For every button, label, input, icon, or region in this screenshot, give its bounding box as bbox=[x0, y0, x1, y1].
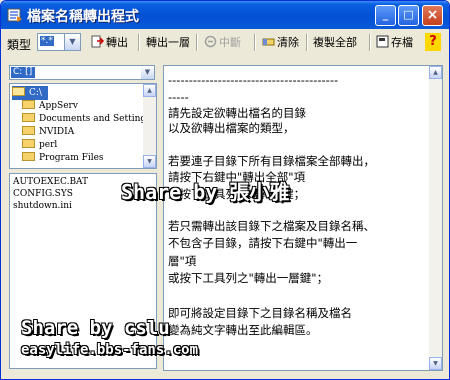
folder-name: perl bbox=[39, 140, 58, 150]
folder-item[interactable]: C:\ bbox=[12, 86, 48, 100]
eraser-icon bbox=[262, 38, 275, 46]
copy-all-label: 複製全部 bbox=[313, 36, 357, 49]
scroll-down-icon[interactable]: ▼ bbox=[429, 357, 442, 370]
toolbar-divider bbox=[196, 34, 198, 51]
folder-icon bbox=[22, 113, 35, 122]
scroll-up-icon[interactable]: ▲ bbox=[143, 84, 156, 97]
text-line: 請先設定欲轉出檔名的目錄 bbox=[168, 106, 306, 120]
export-layer-button[interactable]: 轉出一層 bbox=[146, 33, 190, 52]
folder-name: Program Files bbox=[39, 153, 104, 163]
text-line: 不包含子目錄，請按下右鍵中"轉出一 bbox=[168, 236, 358, 250]
folder-list[interactable]: C:\ AppServ Documents and Settings NVIDI… bbox=[9, 83, 157, 169]
folder-name: NVIDIA bbox=[39, 127, 75, 137]
app-icon bbox=[7, 8, 22, 22]
help-button[interactable]: ? bbox=[425, 33, 441, 51]
save-icon bbox=[376, 35, 389, 48]
watermark-share-cslu: Share by cslu bbox=[21, 317, 170, 339]
file-item[interactable]: CONFIG.SYS bbox=[13, 188, 73, 200]
text-line: 以及欲轉出檔案的類型， bbox=[168, 121, 295, 135]
watermark-url: easylife.bbs-fans.com bbox=[21, 342, 199, 358]
toolbar-divider bbox=[306, 34, 308, 51]
file-item[interactable]: shutdown.ini bbox=[13, 200, 72, 212]
close-button[interactable]: × bbox=[422, 5, 443, 26]
folder-item[interactable]: AppServ bbox=[12, 99, 78, 113]
toolbar-divider bbox=[369, 34, 371, 51]
window-title: 檔案名稱轉出程式 bbox=[27, 9, 139, 25]
folder-list-scrollbar[interactable]: ▲ ▼ bbox=[143, 84, 156, 168]
maximize-button[interactable]: □ bbox=[398, 5, 419, 26]
clear-button[interactable]: 清除 bbox=[262, 33, 299, 52]
text-line: 變為純文字轉出至此編輯區。 bbox=[168, 323, 318, 337]
drive-select[interactable]: C: [] ▼ bbox=[9, 65, 155, 80]
stop-icon bbox=[204, 35, 217, 48]
folder-icon bbox=[22, 152, 35, 161]
export-layer-label: 轉出一層 bbox=[146, 36, 190, 49]
title-bar[interactable]: 檔案名稱轉出程式 _ □ × bbox=[1, 1, 449, 29]
type-label: 類型 bbox=[7, 38, 32, 52]
folder-icon bbox=[22, 100, 35, 109]
chevron-down-icon[interactable]: ▼ bbox=[64, 34, 80, 50]
toolbar: 類型 *.* ▼ 轉出 轉出一層 中斷 清除 複製全部 存檔 ? bbox=[1, 29, 449, 57]
text-line: 若要連子目錄下所有目錄檔案全部轉出， bbox=[168, 154, 375, 168]
export-label: 轉出 bbox=[106, 36, 128, 49]
folder-item[interactable]: Documents and Settings bbox=[12, 112, 151, 126]
export-button[interactable]: 轉出 bbox=[91, 33, 128, 52]
folder-name: AppServ bbox=[39, 101, 78, 111]
save-button[interactable]: 存檔 bbox=[376, 33, 413, 52]
folder-icon bbox=[22, 139, 35, 148]
toolbar-divider bbox=[254, 34, 256, 51]
text-line: ----------------------------------------… bbox=[168, 73, 339, 87]
folder-name: Documents and Settings bbox=[39, 114, 151, 124]
folder-name: C:\ bbox=[29, 88, 42, 98]
app-window: 檔案名稱轉出程式 _ □ × 類型 *.* ▼ 轉出 轉出一層 中斷 清除 複製… bbox=[0, 0, 450, 380]
text-line: 即可將設定目錄下之目錄名稱及檔名 bbox=[168, 306, 352, 320]
file-item[interactable]: AUTOEXEC.BAT bbox=[13, 176, 88, 188]
export-icon bbox=[91, 35, 104, 48]
scroll-up-icon[interactable]: ▲ bbox=[429, 66, 442, 79]
chevron-down-icon[interactable]: ▼ bbox=[141, 66, 154, 79]
minimize-button[interactable]: _ bbox=[375, 5, 396, 26]
interrupt-label: 中斷 bbox=[219, 36, 241, 49]
interrupt-button[interactable]: 中斷 bbox=[204, 33, 241, 52]
copy-all-button[interactable]: 複製全部 bbox=[313, 33, 357, 52]
text-line: 層"項 bbox=[168, 254, 197, 268]
output-text-area[interactable]: ----------------------------------------… bbox=[163, 65, 443, 371]
text-line: ----- bbox=[168, 90, 189, 104]
type-select[interactable]: *.* ▼ bbox=[37, 33, 81, 51]
toolbar-divider bbox=[138, 34, 140, 51]
scroll-down-icon[interactable]: ▼ bbox=[143, 155, 156, 168]
text-line: 若只需轉出該目錄下之檔案及目錄名稱、 bbox=[168, 219, 375, 233]
watermark-share-zhang: Share by 張小雅 bbox=[121, 180, 290, 204]
folder-item[interactable]: perl bbox=[12, 138, 57, 152]
drive-select-value: C: [] bbox=[11, 67, 36, 78]
folder-item[interactable]: Program Files bbox=[12, 151, 104, 165]
clear-label: 清除 bbox=[277, 36, 299, 49]
type-select-value: *.* bbox=[40, 36, 54, 46]
folder-item[interactable]: NVIDIA bbox=[12, 125, 74, 139]
open-folder-icon bbox=[12, 87, 25, 96]
text-area-scrollbar[interactable]: ▲ ▼ bbox=[429, 66, 442, 370]
save-label: 存檔 bbox=[391, 36, 413, 49]
text-line: 或按下工具列之"轉出一層鍵"； bbox=[168, 271, 329, 285]
folder-icon bbox=[22, 126, 35, 135]
